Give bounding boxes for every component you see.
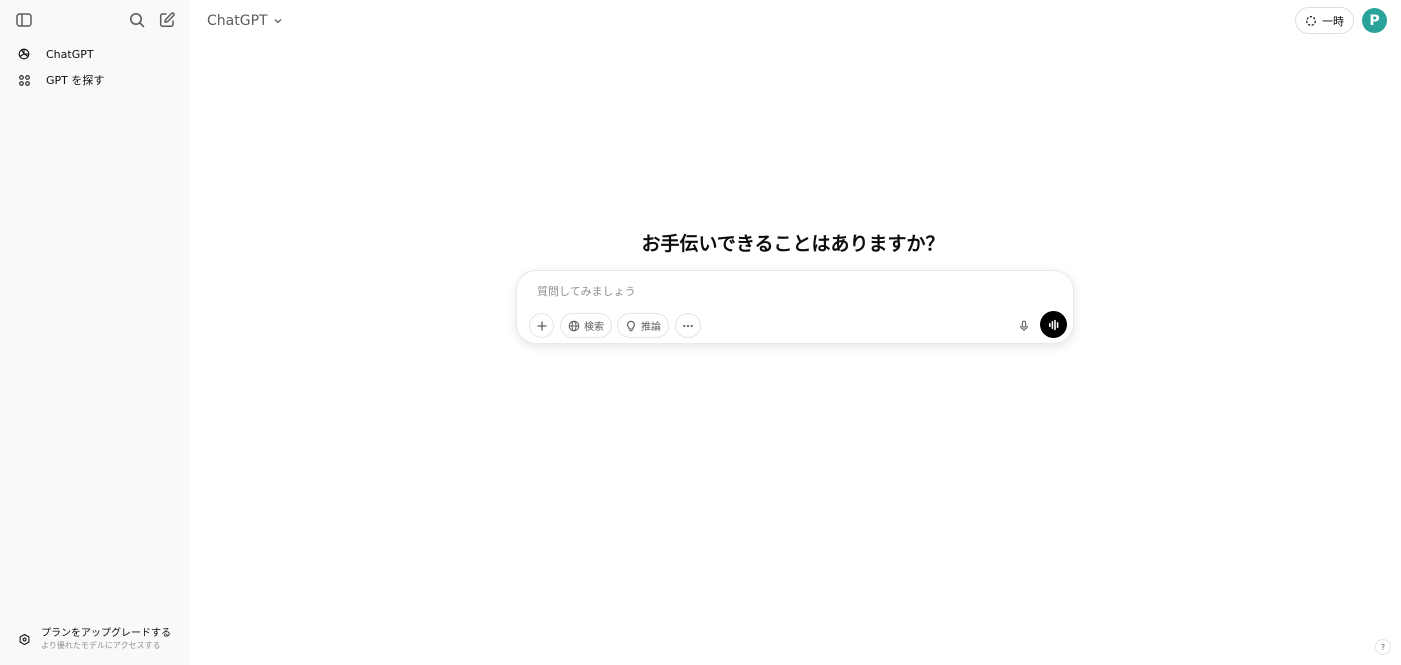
sidebar-toggle-icon bbox=[16, 13, 32, 27]
sidebar: ChatGPT GPT を探す プランをアップグレードする より優れたモデルにア… bbox=[0, 0, 190, 665]
composer: 質問してみましょう 検索 推論 bbox=[516, 270, 1074, 344]
reason-label: 推論 bbox=[641, 322, 661, 333]
lightbulb-icon bbox=[627, 320, 635, 331]
help-button[interactable]: ? bbox=[1375, 639, 1391, 655]
new-chat-button[interactable] bbox=[154, 7, 180, 33]
page-title: お手伝いできることはありますか？ bbox=[641, 233, 945, 255]
prompt-input[interactable] bbox=[531, 277, 1059, 303]
attach-button[interactable] bbox=[529, 313, 554, 338]
search-toggle-button[interactable]: 検索 bbox=[560, 313, 612, 338]
model-selector[interactable]: ChatGPT bbox=[201, 8, 289, 34]
temporary-chat-button[interactable]: 一時 bbox=[1295, 7, 1354, 34]
microphone-icon bbox=[1019, 320, 1028, 331]
upgrade-icon bbox=[16, 631, 32, 647]
upgrade-title: プランをアップグレードする bbox=[41, 627, 171, 639]
dictate-button[interactable] bbox=[1011, 313, 1036, 338]
temporary-chat-icon bbox=[1306, 15, 1316, 26]
more-tools-button[interactable] bbox=[675, 313, 701, 338]
upgrade-text: プランをアップグレードする より優れたモデルにアクセスする bbox=[41, 627, 171, 652]
openai-logo-icon bbox=[16, 46, 32, 62]
avatar-letter: P bbox=[1369, 12, 1380, 29]
voice-waveform-icon bbox=[1048, 319, 1058, 330]
search-icon bbox=[130, 13, 145, 28]
model-name: ChatGPT bbox=[207, 13, 268, 29]
sidebar-item-chatgpt[interactable]: ChatGPT bbox=[8, 42, 182, 66]
voice-mode-button[interactable] bbox=[1040, 311, 1067, 338]
more-icon bbox=[683, 324, 693, 327]
temporary-chat-label: 一時 bbox=[1322, 14, 1344, 28]
sidebar-top-bar bbox=[0, 0, 190, 40]
new-chat-icon bbox=[159, 12, 175, 28]
sidebar-item-label: ChatGPT bbox=[46, 47, 94, 61]
sidebar-item-explore-gpts[interactable]: GPT を探す bbox=[8, 68, 182, 92]
upgrade-plan-button[interactable]: プランをアップグレードする より優れたモデルにアクセスする bbox=[8, 622, 182, 656]
avatar[interactable]: P bbox=[1362, 8, 1387, 33]
plus-icon bbox=[537, 321, 546, 330]
search-label: 検索 bbox=[584, 322, 604, 333]
search-chats-button[interactable] bbox=[124, 7, 150, 33]
upgrade-subtitle: より優れたモデルにアクセスする bbox=[41, 640, 161, 650]
globe-icon bbox=[568, 320, 580, 331]
chevron-down-icon bbox=[274, 19, 282, 24]
sidebar-item-label: GPT を探す bbox=[46, 74, 105, 87]
sidebar-toggle-button[interactable] bbox=[11, 7, 37, 33]
reason-toggle-button[interactable]: 推論 bbox=[617, 313, 669, 338]
grid-icon bbox=[16, 72, 32, 88]
